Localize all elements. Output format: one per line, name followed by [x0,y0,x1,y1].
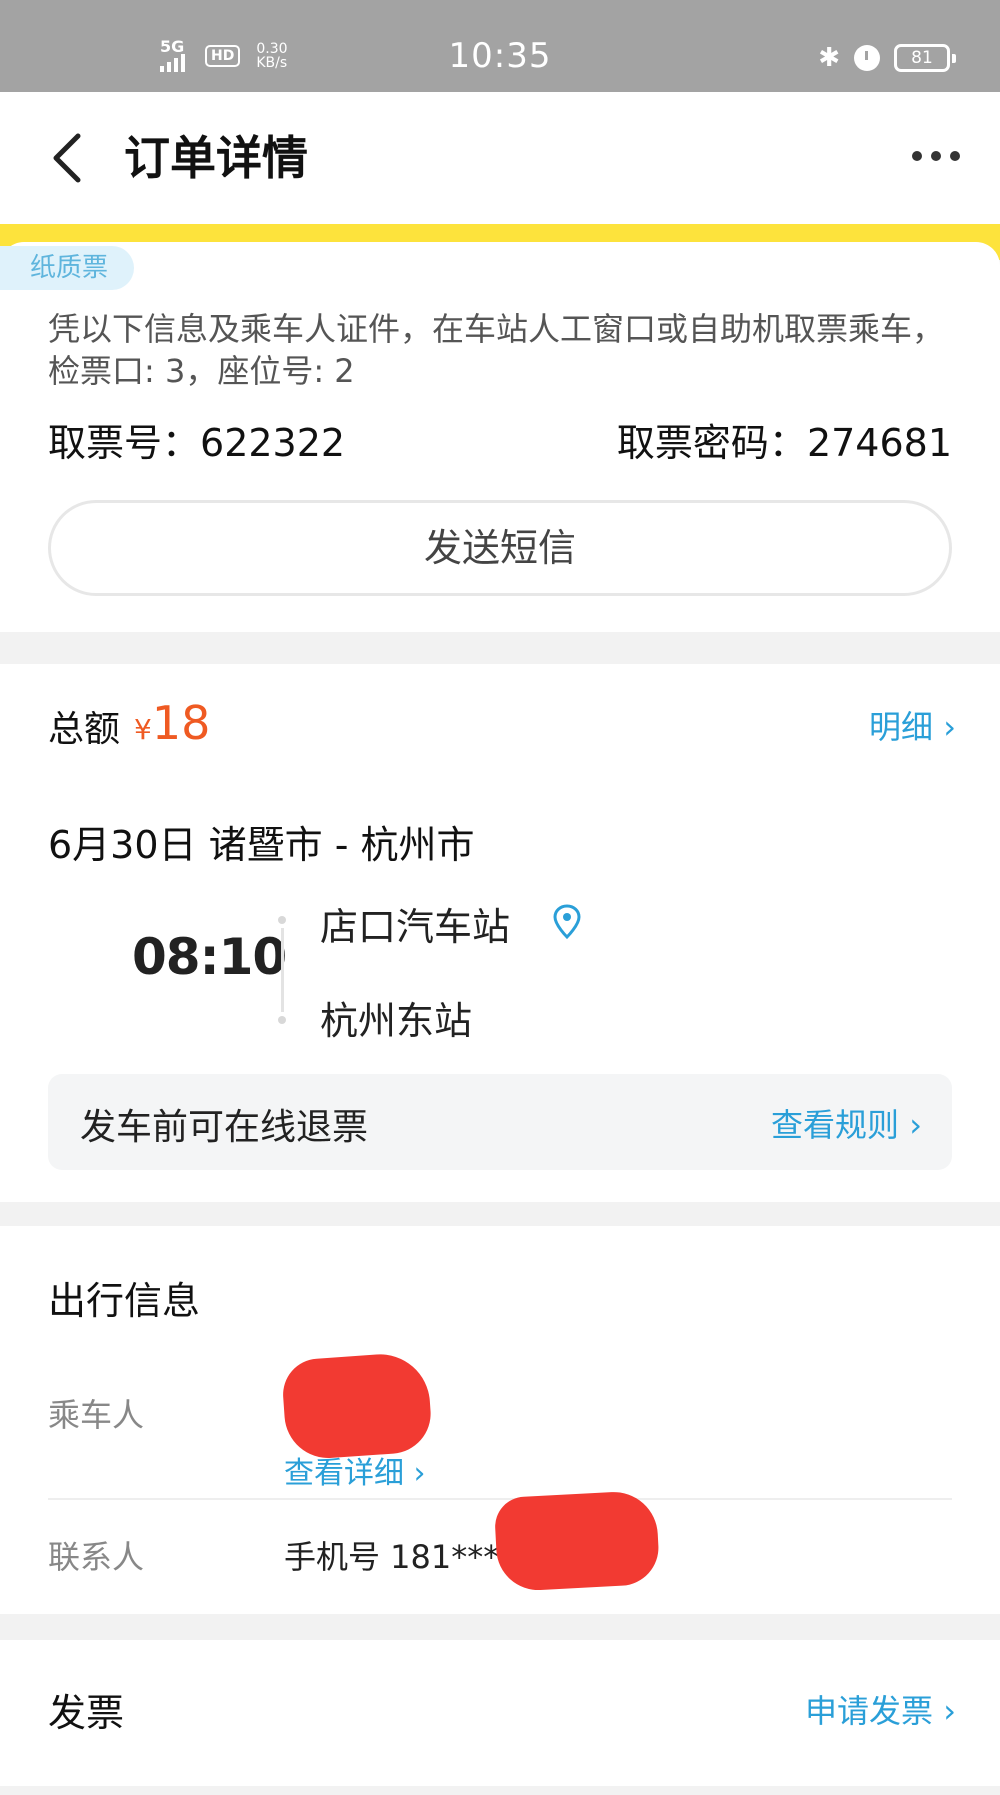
total-label: 总额 [48,709,121,750]
ticket-pickup-card: 纸质票 凭以下信息及乘车人证件，在车站人工窗口或自助机取票乘车，检票口: 3，座… [0,242,1000,632]
price-detail-link[interactable]: 明细 › [869,702,956,748]
alarm-icon [854,45,880,71]
location-pin-icon[interactable] [552,904,582,940]
status-right: ✱ 81 [818,43,956,73]
bluetooth-icon: ✱ [818,43,840,73]
pickup-number-value: 622322 [200,421,346,465]
invoice-title: 发票 [48,1691,125,1735]
route-summary: 6月30日 诸暨市 - 杭州市 [48,823,475,867]
send-sms-button[interactable]: 发送短信 [48,500,952,596]
more-icon[interactable] [912,148,960,164]
battery-icon: 81 [894,44,956,72]
pickup-number: 取票号：622322 [48,412,345,467]
pickup-codes: 取票号：622322 取票密码：274681 [48,412,952,467]
route-timeline [278,916,288,1024]
redaction-mark [493,1489,661,1593]
nav-header: 订单详情 [0,92,1000,224]
total-amount: 18 [151,696,211,750]
ticket-type-badge: 纸质票 [0,246,135,290]
passenger-value: 查看详细 › [280,1351,434,1491]
departure-station: 店口汽车站 [320,905,511,949]
pickup-password-label: 取票密码： [616,421,807,465]
total-price: ¥18 [134,696,210,750]
refund-policy-row: 发车前可在线退票 查看规则 › [48,1074,952,1170]
contact-label: 联系人 [48,1538,145,1576]
trip-card: 总额 ¥18 明细 › 6月30日 诸暨市 - 杭州市 08:10 店口汽车站 … [0,664,1000,1202]
apply-invoice-link[interactable]: 申请发票 › [805,1686,956,1732]
page-title: 订单详情 [124,131,308,185]
departure-time: 08:10 [132,928,287,986]
contact-phone: 手机号 181*** [284,1538,500,1576]
invoice-card: 发票 申请发票 › [0,1640,1000,1786]
redaction-mark [280,1351,434,1461]
travel-info-title: 出行信息 [48,1279,201,1323]
arrival-station: 杭州东站 [320,999,473,1043]
row-divider [48,1498,952,1500]
back-icon[interactable] [44,128,92,188]
refund-policy-text: 发车前可在线退票 [80,1107,369,1148]
status-bar: 5G HD 0.30 KB/s 10:35 ✱ 81 [0,0,1000,92]
pickup-password: 取票密码：274681 [617,412,952,467]
passenger-label: 乘车人 [48,1396,145,1434]
pickup-number-label: 取票号： [48,421,201,465]
currency-symbol: ¥ [134,713,152,746]
pickup-instructions: 凭以下信息及乘车人证件，在车站人工窗口或自助机取票乘车，检票口: 3，座位号: … [48,310,945,390]
pickup-password-value: 274681 [806,421,952,465]
view-rules-link[interactable]: 查看规则 › [771,1100,922,1146]
